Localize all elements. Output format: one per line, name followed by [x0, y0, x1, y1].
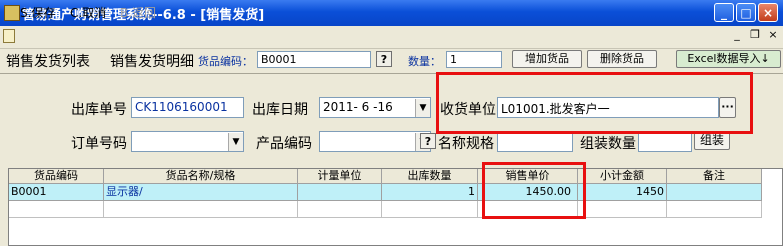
column-header[interactable]: 货品编码 [9, 169, 104, 184]
quick-product-code-input[interactable]: B0001 [257, 51, 371, 68]
empty-cell[interactable] [578, 201, 667, 218]
assemble-qty-label: 组装数量 [580, 136, 636, 152]
back-menu-item[interactable]: B.返回 [120, 4, 156, 21]
out-no-field[interactable]: CK1106160001 [131, 97, 244, 118]
add-product-button[interactable]: 增加货品 [512, 50, 582, 68]
order-no-dropdown[interactable]: ▼ [131, 131, 244, 152]
column-header[interactable]: 备注 [667, 169, 762, 184]
out-no-value: CK1106160001 [135, 100, 228, 114]
quick-qty-label: 数量： [408, 55, 441, 68]
column-header[interactable]: 计量单位 [298, 169, 382, 184]
out-date-picker[interactable]: 2011- 6 -16 ▼ [319, 97, 431, 118]
minimize-button[interactable]: _ [714, 3, 734, 22]
cell-remark[interactable] [667, 184, 762, 201]
empty-cell[interactable] [104, 201, 298, 218]
close-button[interactable]: × [758, 3, 778, 22]
quick-product-code-label: 货品编码： [198, 55, 253, 68]
spec-field[interactable] [497, 131, 573, 152]
chevron-down-icon[interactable]: ▼ [228, 133, 243, 151]
cancel-menu-item[interactable]: C.取消 [70, 4, 106, 21]
price-highlight-box [482, 162, 586, 219]
out-no-label: 出库单号 [71, 102, 127, 118]
product-code-dropdown[interactable]: ▼ [319, 131, 431, 152]
assemble-qty-field[interactable] [638, 131, 692, 152]
delete-product-button[interactable]: 删除货品 [587, 50, 657, 68]
mdi-minimize-button[interactable]: _ [730, 28, 744, 42]
excel-import-button[interactable]: Excel数据导入↓ [676, 50, 781, 68]
column-header[interactable]: 货品名称/规格 [104, 169, 298, 184]
empty-cell[interactable] [9, 201, 104, 218]
tab-delivery-list[interactable]: 销售发货列表 [6, 51, 90, 71]
empty-cell[interactable] [382, 201, 478, 218]
cell-out-qty[interactable]: 1 [382, 184, 478, 201]
app-icon [4, 5, 20, 21]
product-code-label: 产品编码 [256, 136, 312, 152]
document-icon [3, 29, 15, 43]
maximize-button[interactable]: □ [736, 3, 756, 22]
order-no-label: 订单号码 [71, 136, 127, 152]
mdi-restore-button[interactable]: ❐ [748, 28, 762, 42]
empty-cell[interactable] [667, 201, 762, 218]
menu-bar [0, 26, 783, 49]
cell-product-code[interactable]: B0001 [9, 184, 104, 201]
column-header[interactable]: 出库数量 [382, 169, 478, 184]
spec-label: 名称规格 [438, 136, 494, 152]
column-header[interactable]: 小计金额 [578, 169, 667, 184]
save-menu-item[interactable]: S.保存 [20, 4, 55, 21]
product-lookup-button[interactable]: ? [376, 51, 392, 67]
receiver-highlight-box [436, 72, 753, 134]
mdi-close-button[interactable]: × [766, 28, 780, 42]
tab-delivery-detail[interactable]: 销售发货明细 [110, 51, 196, 71]
cell-product-name[interactable]: 显示器/ [104, 184, 298, 201]
product-code-lookup-button[interactable]: ? [420, 133, 436, 149]
out-date-value: 2011- 6 -16 [323, 100, 393, 114]
out-date-label: 出库日期 [252, 102, 308, 118]
cell-subtotal[interactable]: 1450 [578, 184, 667, 201]
cell-unit[interactable] [298, 184, 382, 201]
chevron-down-icon[interactable]: ▼ [415, 99, 430, 117]
quick-qty-input[interactable]: 1 [446, 51, 502, 68]
empty-cell[interactable] [298, 201, 382, 218]
